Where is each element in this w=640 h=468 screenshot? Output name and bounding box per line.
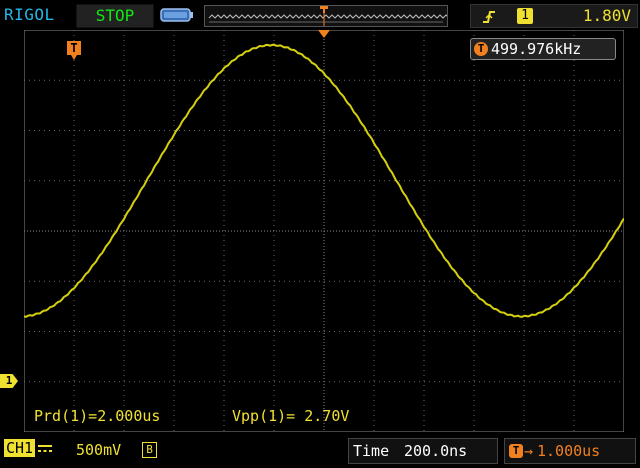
bandwidth-limit-icon: B	[142, 442, 157, 458]
trigger-offset-icon: T	[509, 444, 523, 458]
offset-arrow-icon: →	[524, 442, 534, 460]
frequency-value: 499.976kHz	[491, 40, 582, 58]
time-per-div: 200.0ns	[404, 442, 468, 460]
trigger-offset-value: 1.000us	[537, 442, 601, 460]
trigger-level-marker[interactable]: T	[67, 41, 81, 55]
trigger-level: 1.80V	[582, 6, 631, 25]
trigger-level-marker-tip	[71, 55, 77, 60]
memory-position-bar[interactable]	[204, 5, 448, 27]
channel-1-settings[interactable]: CH1	[4, 439, 53, 457]
frequency-counter-icon: T	[474, 42, 488, 56]
waveform-display[interactable]	[24, 30, 624, 432]
timebase-settings[interactable]: Time 200.0ns	[348, 438, 498, 464]
frequency-counter: T 499.976kHz	[470, 38, 616, 60]
vpp-measurement: Vpp(1)= 2.70V	[232, 407, 350, 425]
trigger-position-marker[interactable]	[318, 30, 330, 40]
channel-1-ground-marker[interactable]: 1	[0, 374, 18, 388]
battery-icon	[160, 8, 193, 22]
channel-label: CH1	[4, 439, 36, 457]
brand-logo: RIGOL	[4, 5, 55, 24]
trigger-offset-settings[interactable]: T → 1.000us	[504, 438, 636, 464]
run-stop-status[interactable]: STOP	[76, 4, 154, 28]
volts-per-div[interactable]: 500mV	[76, 441, 121, 459]
rising-edge-icon	[481, 5, 497, 27]
period-measurement: Prd(1)=2.000us	[34, 407, 161, 425]
time-label: Time	[353, 442, 390, 460]
trigger-source-badge: 1	[517, 8, 533, 24]
dc-coupling-icon	[38, 444, 53, 452]
trigger-panel[interactable]: 1 1.80V	[470, 4, 638, 28]
